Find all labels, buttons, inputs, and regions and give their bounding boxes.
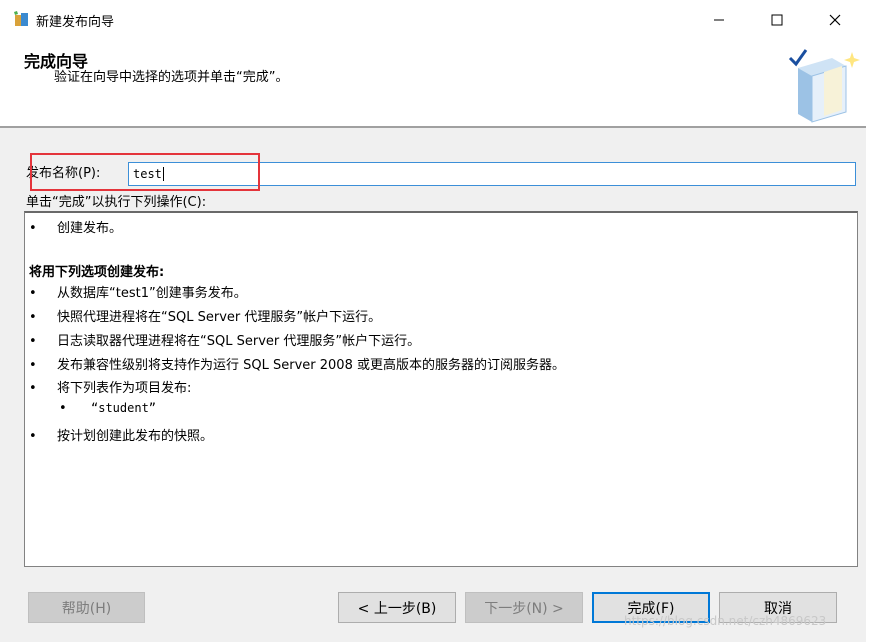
actions-label: 单击“完成”以执行下列操作(C): [26,195,207,210]
list-item: • 快照代理进程将在“SQL Server 代理服务”帐户下运行。 [29,310,382,325]
list-item: • 将下列表作为项目发布: [29,381,192,396]
title-bar[interactable]: 新建发布向导 [0,0,866,40]
minimize-icon[interactable] [690,0,748,40]
back-button[interactable]: < 上一步(B) [338,592,456,623]
text-cursor [162,167,164,181]
publication-name-value: test [133,167,162,181]
watermark: https://blog.csdn.net/czh4869623 [624,614,827,628]
close-icon[interactable] [806,0,864,40]
wizard-app-icon [12,10,30,28]
wizard-book-icon [784,44,864,124]
page-subtitle: 验证在向导中选择的选项并单击“完成”。 [54,70,289,85]
list-item: • 从数据库“test1”创建事务发布。 [29,286,247,301]
publication-name-label: 发布名称(P): [26,166,101,181]
summary-text-box[interactable]: • 创建发布。 将用下列选项创建发布: • 从数据库“test1”创建事务发布。 •… [24,211,858,567]
wizard-header: 完成向导 验证在向导中选择的选项并单击“完成”。 [0,40,866,128]
summary-section-title: 将用下列选项创建发布: [29,265,165,280]
list-item: • 创建发布。 [29,221,123,236]
wizard-window: 新建发布向导 完成向导 验证在向导中选择的选项并单击“完成”。 发布名称(P):… [0,0,867,642]
list-item: • 按计划创建此发布的快照。 [29,429,214,444]
maximize-icon[interactable] [748,0,806,40]
window-title: 新建发布向导 [36,15,115,30]
publication-name-input[interactable]: test [128,162,856,186]
next-button[interactable]: 下一步(N) > [465,592,583,623]
list-item: • 日志读取器代理进程将在“SQL Server 代理服务”帐户下运行。 [29,334,421,349]
help-button[interactable]: 帮助(H) [28,592,145,623]
list-item: • 发布兼容性级别将支持作为运行 SQL Server 2008 或更高版本的服务… [29,358,565,373]
background-window-edge [866,0,870,642]
list-subitem: • “student” [59,401,157,416]
